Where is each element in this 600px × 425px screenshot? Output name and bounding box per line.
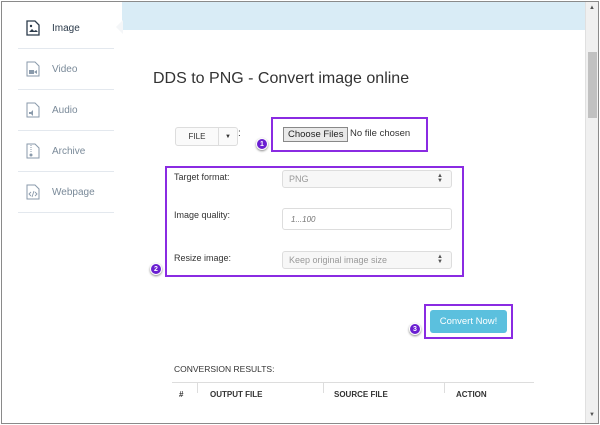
step-badge-2: 2: [150, 263, 162, 275]
column-header-output-file: OUTPUT FILE: [210, 390, 263, 399]
resize-image-label: Resize image:: [174, 253, 232, 263]
results-title: CONVERSION RESULTS:: [174, 364, 275, 374]
step-badge-3: 3: [409, 323, 421, 335]
sidebar-item-audio[interactable]: Audio: [18, 90, 114, 131]
sidebar-item-video[interactable]: Video: [18, 49, 114, 90]
page-title: DDS to PNG - Convert image online: [153, 70, 410, 87]
scroll-down-icon[interactable]: ▼: [589, 412, 595, 418]
sidebar-item-image[interactable]: Image: [18, 8, 114, 49]
caret-down-icon[interactable]: ▼: [219, 128, 237, 145]
convert-now-button[interactable]: Convert Now!: [430, 310, 507, 333]
sidebar-item-archive[interactable]: Archive: [18, 131, 114, 172]
image-quality-label: Image quality:: [174, 210, 231, 220]
file-source-label: FILE: [176, 128, 219, 145]
select-arrows-icon: ▲ ▼: [437, 254, 443, 265]
select-arrows-icon: ▲ ▼: [437, 173, 443, 184]
results-table-header: # OUTPUT FILE SOURCE FILE ACTION: [172, 382, 534, 404]
sidebar-item-label: Webpage: [52, 186, 95, 198]
video-file-icon: [26, 61, 40, 77]
sidebar-item-label: Audio: [52, 104, 78, 116]
sidebar-item-label: Image: [52, 22, 80, 34]
target-format-value: PNG: [289, 174, 309, 184]
target-format-label: Target format:: [174, 172, 230, 182]
scroll-up-icon[interactable]: ▲: [589, 5, 595, 11]
choose-files-button[interactable]: Choose Files: [283, 127, 349, 142]
target-format-select[interactable]: PNG ▲ ▼: [282, 170, 452, 188]
column-header-number: #: [179, 390, 184, 399]
sidebar-item-label: Archive: [52, 145, 86, 157]
scrollbar-thumb[interactable]: [588, 52, 597, 118]
audio-file-icon: [26, 102, 40, 118]
sidebar: Image Video Audio Archive Webpage: [2, 2, 122, 422]
step-badge-1: 1: [256, 138, 268, 150]
file-status: No file chosen: [350, 128, 411, 139]
file-source-dropdown[interactable]: FILE ▼: [175, 127, 238, 146]
sidebar-item-webpage[interactable]: Webpage: [18, 172, 114, 213]
image-quality-input[interactable]: [282, 208, 452, 230]
code-file-icon: [26, 184, 40, 200]
scrollbar[interactable]: ▲ ▼: [585, 2, 598, 423]
header-banner: [122, 2, 585, 30]
column-header-source-file: SOURCE FILE: [334, 390, 388, 399]
archive-file-icon: [26, 143, 40, 159]
colon: :: [238, 128, 241, 139]
active-indicator: [116, 20, 123, 34]
resize-image-value: Keep original image size: [289, 255, 388, 265]
resize-image-select[interactable]: Keep original image size ▲ ▼: [282, 251, 452, 269]
sidebar-item-label: Video: [52, 63, 78, 75]
image-file-icon: [26, 20, 40, 36]
column-header-action: ACTION: [456, 390, 487, 399]
